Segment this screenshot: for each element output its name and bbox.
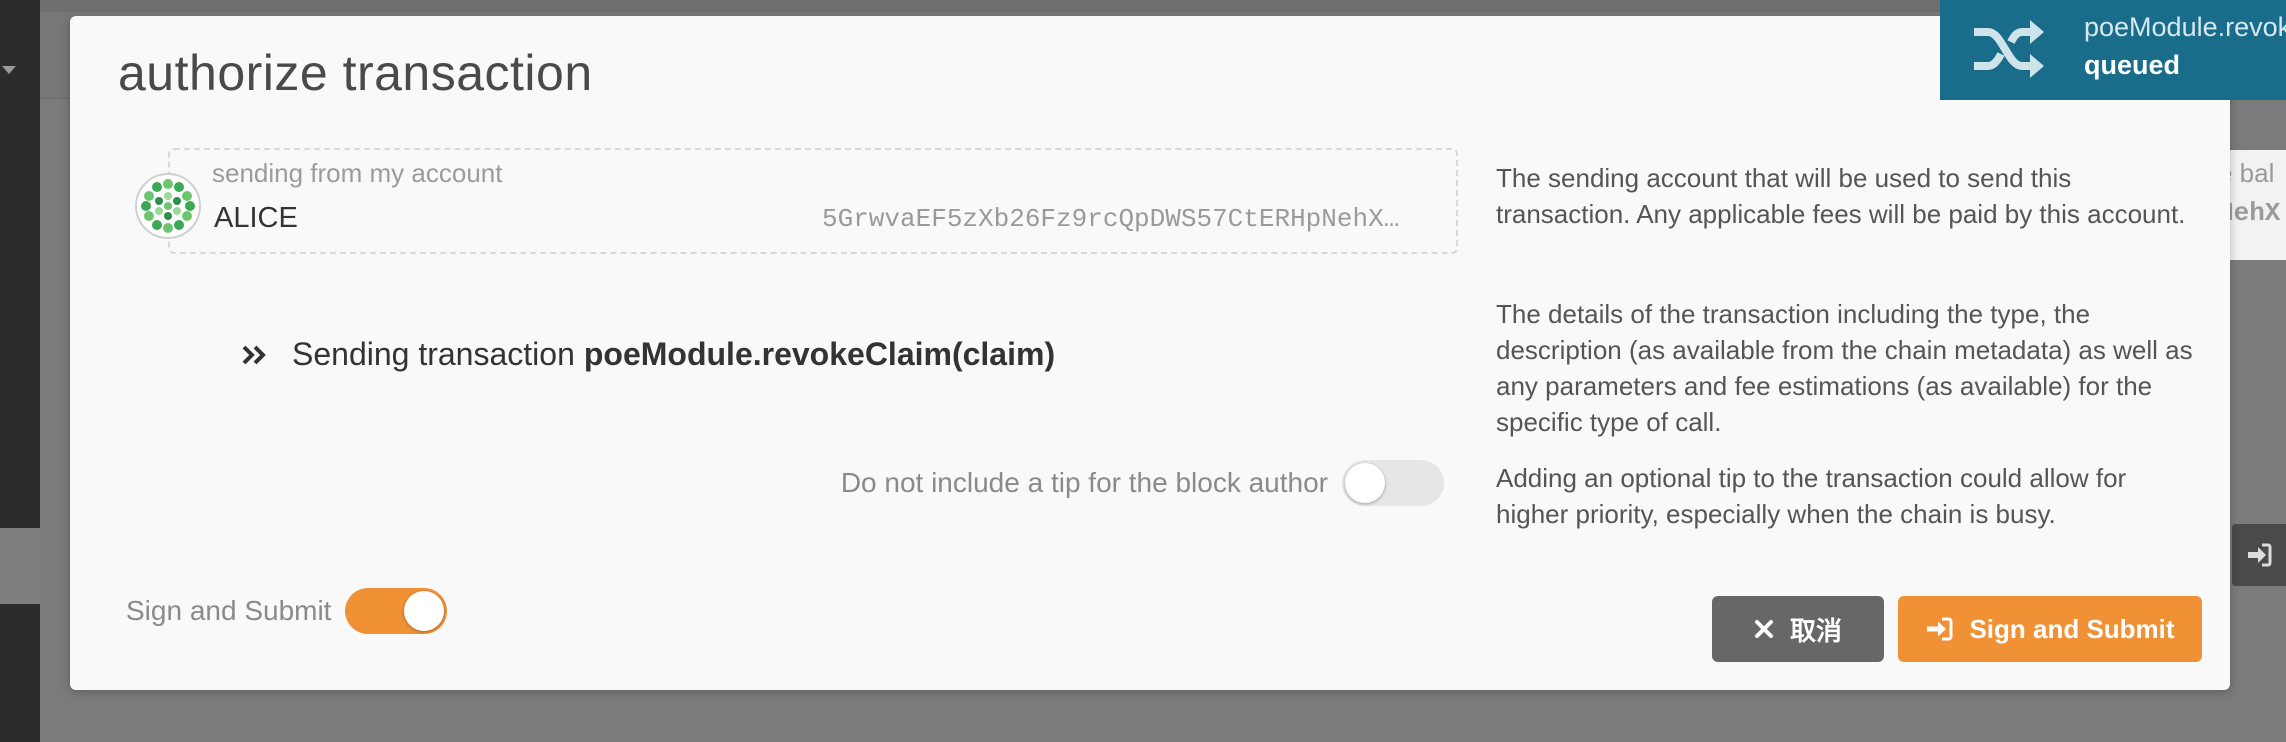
notification-status: queued (2084, 50, 2181, 80)
tip-option: Do not include a tip for the block autho… (841, 460, 1444, 506)
background-left-bottom (0, 604, 40, 742)
transaction-help-text: The details of the transaction including… (1496, 299, 2193, 437)
tip-help-text: Adding an optional tip to the transactio… (1496, 463, 2127, 529)
sign-in-icon (2248, 543, 2272, 567)
submit-button-label: Sign and Submit (1969, 613, 2175, 644)
close-icon (1754, 619, 1774, 639)
authorize-transaction-modal: authorize transaction sending from my ac… (70, 16, 2230, 690)
cancel-button[interactable]: 取消 (1712, 596, 1884, 662)
notification-title: poeModule.revokeClaim (2084, 12, 2286, 42)
transaction-status-notification[interactable]: poeModule.revokeClaim queued (1940, 0, 2286, 100)
background-left-panel (0, 0, 40, 528)
toggle-knob (1345, 463, 1385, 503)
account-field-label: sending from my account (212, 158, 503, 188)
cancel-button-label: 取消 (1789, 615, 1842, 646)
account-address: 5GrwvaEF5zXb26Fz9rcQpDWS57CtERHpNehXCPcN… (822, 204, 1414, 234)
sending-account-selector[interactable]: sending from my account ALICE 5GrwvaEF5z… (168, 148, 1458, 254)
transaction-prefix: Sending transaction (292, 336, 575, 372)
tip-toggle[interactable] (1342, 460, 1444, 506)
account-identicon-icon[interactable] (134, 172, 202, 240)
transaction-summary[interactable]: Sending transaction poeModule.revokeClai… (242, 336, 1055, 373)
shuffle-icon (1974, 20, 2044, 78)
toggle-knob (404, 591, 445, 631)
account-help-text: The sending account that will be used to… (1496, 163, 2186, 229)
sign-in-icon (1925, 617, 1953, 641)
sign-and-submit-toggle[interactable] (345, 588, 448, 634)
background-left-gap (0, 528, 40, 604)
sign-and-submit-option: Sign and Submit (126, 588, 448, 634)
transaction-call: poeModule.revokeClaim(claim) (583, 336, 1056, 372)
tip-toggle-label: Do not include a tip for the block autho… (840, 467, 1328, 498)
background-sign-in-button (2232, 524, 2286, 586)
sign-toggle-label: Sign and Submit (126, 595, 332, 626)
sign-and-submit-button[interactable]: Sign and Submit (1898, 596, 2202, 662)
dropdown-caret-icon (2, 66, 16, 74)
background-strip (40, 12, 70, 99)
modal-title: authorize transaction (118, 45, 593, 101)
account-name: ALICE (214, 202, 298, 234)
double-chevron-right-icon (242, 345, 266, 364)
